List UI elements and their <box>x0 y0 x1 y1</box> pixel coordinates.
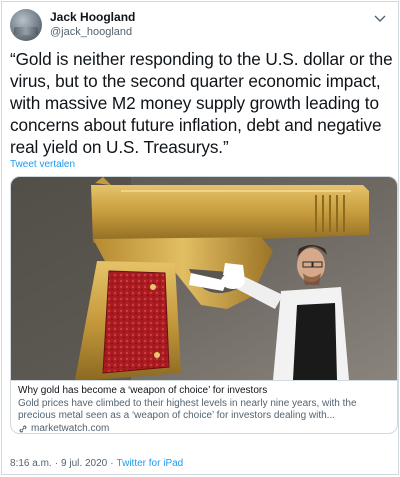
card-source[interactable]: marketwatch.com <box>18 423 390 433</box>
card-body[interactable]: Why gold has become a ‘weapon of choice’… <box>11 380 397 433</box>
tweet-client[interactable]: Twitter for iPad <box>117 458 184 469</box>
card-source-domain[interactable]: marketwatch.com <box>31 423 109 433</box>
meta-separator: · <box>54 458 59 469</box>
display-name[interactable]: Jack Hoogland <box>50 10 135 25</box>
user-names: Jack Hoogland @jack_hoogland <box>50 10 135 40</box>
translate-link[interactable]: Tweet vertalen <box>10 159 75 170</box>
tweet-header: Jack Hoogland @jack_hoogland <box>10 8 135 42</box>
tweet-meta: 8:16 a.m. · 9 jul. 2020 · Twitter for iPad <box>10 458 183 469</box>
more-icon[interactable] <box>372 10 388 26</box>
card-title[interactable]: Why gold has become a ‘weapon of choice’… <box>18 385 390 397</box>
user-handle[interactable]: @jack_hoogland <box>50 25 135 40</box>
card-image[interactable] <box>11 177 397 380</box>
avatar[interactable] <box>10 9 42 41</box>
tweet-time[interactable]: 8:16 a.m. <box>10 458 52 469</box>
link-card[interactable]: Why gold has become a ‘weapon of choice’… <box>10 176 398 434</box>
tweet-text: “Gold is neither responding to the U.S. … <box>10 49 393 157</box>
card-description: Gold prices have climbed to their highes… <box>18 398 357 421</box>
meta-separator: · <box>110 458 114 469</box>
tweet-date[interactable]: 9 jul. 2020 <box>61 458 107 469</box>
link-icon <box>19 425 27 433</box>
tweet[interactable]: Jack Hoogland @jack_hoogland “Gold is ne… <box>1 1 399 475</box>
gold-pistol-sculpture-image <box>11 177 397 380</box>
